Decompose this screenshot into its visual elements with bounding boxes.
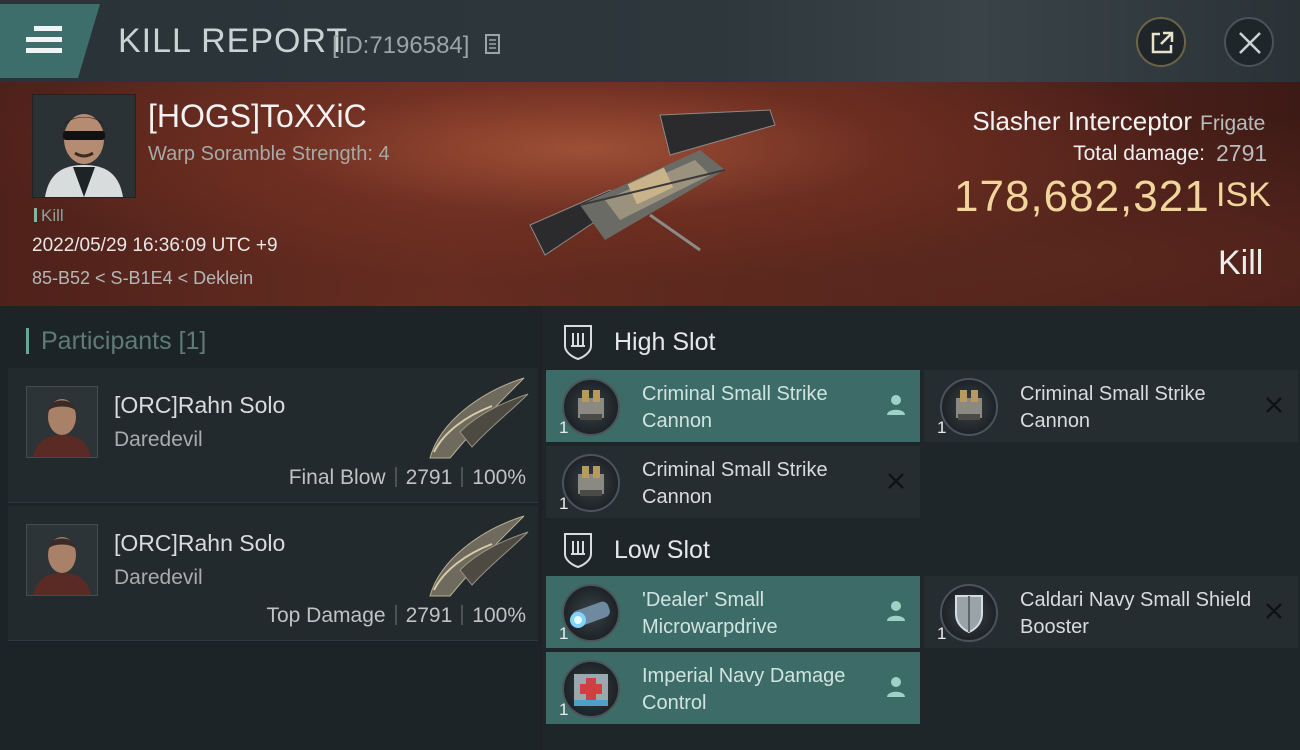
low-slot-header: Low Slot	[542, 516, 1300, 580]
pilot-avatar	[27, 387, 97, 457]
x-icon	[888, 473, 904, 489]
page-title: KILL REPORT	[118, 22, 349, 60]
module-name: Criminal Small Strike Cannon	[1020, 383, 1206, 432]
participant-ship: Daredevil	[114, 428, 203, 451]
cannon-icon	[562, 378, 620, 436]
pilot-avatar	[27, 525, 97, 595]
isk-value: 178,682,321	[954, 172, 1210, 221]
victim-name[interactable]: [HOGS]ToXXiC	[148, 98, 367, 135]
victim-ship-class: Frigate	[1200, 112, 1266, 135]
module-name: Criminal Small Strike Cannon	[642, 383, 828, 432]
menu-button[interactable]	[0, 4, 100, 78]
participant-name[interactable]: [ORC]Rahn Solo	[114, 392, 285, 419]
module-name: Imperial Navy Damage Control	[642, 665, 846, 714]
kill-result: Kill	[1218, 244, 1264, 282]
victim-ship-image[interactable]	[520, 105, 780, 275]
participant-percent: 100%	[472, 604, 526, 627]
x-icon	[1266, 397, 1282, 413]
participant-row[interactable]: [ORC]Rahn Solo Daredevil Final Blow 2791 1…	[8, 368, 538, 503]
module-item[interactable]: 1 Criminal Small Strike Cannon	[924, 370, 1298, 442]
shield-booster-icon	[940, 584, 998, 642]
external-link-icon	[1151, 31, 1174, 54]
microwarpdrive-icon	[562, 584, 620, 642]
participants-panel: Participants [1] [ORC]Rahn Solo Daredevi…	[0, 306, 540, 750]
total-damage-value: 2791	[1216, 140, 1268, 166]
module-name: Caldari Navy Small Shield Booster	[1020, 589, 1252, 638]
module-quantity: 1	[937, 418, 947, 437]
module-item[interactable]: 1 Criminal Small Strike Cannon	[546, 370, 920, 442]
participant-damage: 2791	[405, 466, 453, 489]
module-item[interactable]: 1 'Dealer' Small Microwarpdrive	[546, 576, 920, 648]
high-slot-header: High Slot	[542, 308, 1300, 372]
x-icon	[1266, 603, 1282, 619]
damage-control-icon	[562, 660, 620, 718]
ship-name-text: Slasher Interceptor	[972, 106, 1192, 136]
person-icon	[887, 601, 905, 621]
high-slot-label: High Slot	[614, 328, 716, 356]
participant-role: Top Damage	[266, 604, 386, 627]
cannon-icon	[940, 378, 998, 436]
participant-name[interactable]: [ORC]Rahn Solo	[114, 530, 285, 557]
pilot-avatar	[33, 95, 135, 197]
module-name: Criminal Small Strike Cannon	[642, 459, 828, 508]
module-quantity: 1	[559, 624, 569, 643]
module-quantity: 1	[559, 418, 569, 437]
module-quantity: 1	[559, 700, 569, 719]
participant-avatar[interactable]	[26, 524, 98, 596]
header-bar: KILL REPORT [ID:7196584]	[0, 0, 1300, 82]
victim-portrait[interactable]	[32, 94, 136, 198]
total-damage-label: Total damage:	[1073, 142, 1205, 165]
module-item[interactable]: 1 Criminal Small Strike Cannon	[546, 446, 920, 518]
cannon-icon	[562, 454, 620, 512]
module-quantity: 1	[559, 494, 569, 513]
participant-ship-image[interactable]	[420, 510, 532, 600]
kill-id: [ID:7196584]	[332, 32, 470, 59]
participant-role: Final Blow	[288, 466, 386, 489]
kill-tag: Kill	[34, 206, 64, 226]
fitting-panel: High Slot 1 Criminal Small Strike Cannon…	[542, 306, 1300, 750]
participant-damage: 2791	[405, 604, 453, 627]
participant-ship: Daredevil	[114, 566, 203, 589]
isk-unit: ISK	[1216, 176, 1271, 214]
slot-shield-icon	[564, 325, 592, 360]
module-item[interactable]: 1 Imperial Navy Damage Control	[546, 652, 920, 724]
participants-title[interactable]: Participants [1]	[26, 328, 206, 354]
low-slot-label: Low Slot	[614, 536, 710, 564]
share-button[interactable]	[1136, 17, 1186, 67]
participant-stats: Final Blow 2791 100%	[289, 466, 526, 490]
close-button[interactable]	[1224, 17, 1274, 67]
kill-datetime: 2022/05/29 16:36:09 UTC +9	[32, 235, 278, 256]
participant-avatar[interactable]	[26, 386, 98, 458]
victim-ship-name[interactable]: Slasher Interceptor	[972, 106, 1192, 137]
participant-row[interactable]: [ORC]Rahn Solo Daredevil Top Damage 2791 1…	[8, 506, 538, 641]
victim-subtitle: Warp Soramble Strength: 4	[148, 143, 390, 165]
hamburger-icon	[26, 26, 62, 59]
close-icon	[1239, 32, 1261, 54]
copy-icon[interactable]	[484, 34, 502, 56]
participant-ship-image[interactable]	[420, 372, 532, 462]
participant-percent: 100%	[472, 466, 526, 489]
slot-shield-icon	[564, 533, 592, 568]
person-icon	[887, 677, 905, 697]
module-quantity: 1	[937, 624, 947, 643]
module-name: 'Dealer' Small Microwarpdrive	[642, 589, 778, 638]
kill-location[interactable]: 85-B52 < S-B1E4 < Deklein	[32, 268, 253, 289]
module-item[interactable]: 1 Caldari Navy Small Shield Booster	[924, 576, 1298, 648]
participant-stats: Top Damage 2791 100%	[266, 604, 526, 628]
person-icon	[887, 395, 905, 415]
